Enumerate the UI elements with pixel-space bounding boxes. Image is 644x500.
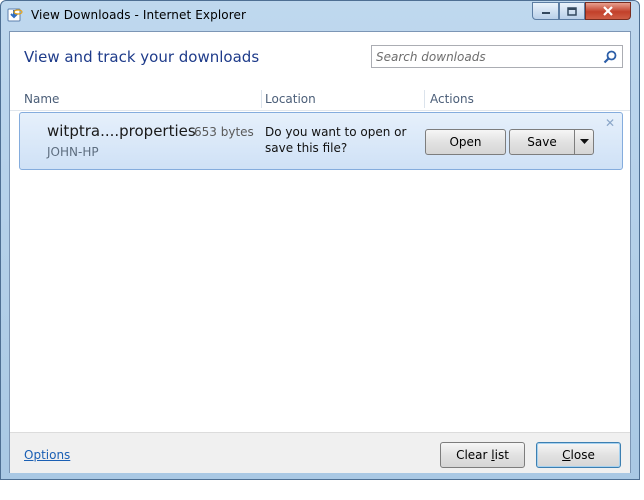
search-input[interactable]	[376, 48, 596, 65]
options-link[interactable]: Options	[24, 448, 70, 462]
close-button[interactable]: Close	[536, 442, 621, 468]
maximize-button[interactable]	[559, 2, 585, 20]
save-options-dropdown[interactable]	[574, 129, 594, 155]
column-header-actions[interactable]: Actions	[430, 88, 580, 110]
search-box[interactable]	[371, 45, 623, 68]
downloads-panel: View and track your downloads Name Locat…	[9, 31, 631, 473]
footer-bar: Options Clear list Close	[10, 432, 630, 473]
internet-explorer-icon	[7, 7, 23, 23]
window-close-button[interactable]	[585, 2, 631, 20]
search-icon[interactable]	[602, 49, 618, 65]
remove-download-icon[interactable]: ✕	[604, 117, 616, 129]
file-source: JOHN-HP	[47, 145, 99, 159]
file-name: witptra....properties	[47, 122, 196, 140]
close-button-label: Close	[562, 448, 595, 462]
minimize-button[interactable]	[532, 2, 559, 20]
download-prompt: Do you want to open or save this file?	[265, 125, 407, 155]
open-button[interactable]: Open	[425, 129, 506, 155]
page-title: View and track your downloads	[24, 48, 260, 66]
column-header-location[interactable]: Location	[265, 88, 415, 110]
clear-list-button[interactable]: Clear list	[440, 442, 525, 468]
window-title: View Downloads - Internet Explorer	[31, 8, 246, 22]
minimize-icon	[541, 12, 550, 14]
close-icon	[603, 6, 613, 16]
header-divider	[10, 110, 630, 111]
maximize-icon	[567, 6, 577, 16]
column-divider	[424, 90, 425, 108]
clear-list-label: Clear list	[456, 448, 509, 462]
download-row[interactable]: witptra....properties 653 bytes JOHN-HP …	[19, 112, 623, 170]
file-size: 653 bytes	[194, 125, 254, 139]
column-divider	[261, 90, 262, 108]
save-button[interactable]: Save	[509, 129, 575, 155]
downloads-window: View Downloads - Internet Explorer View …	[0, 0, 640, 480]
column-header-name[interactable]: Name	[24, 88, 244, 110]
chevron-down-icon	[579, 139, 589, 144]
title-bar[interactable]: View Downloads - Internet Explorer	[1, 1, 639, 31]
